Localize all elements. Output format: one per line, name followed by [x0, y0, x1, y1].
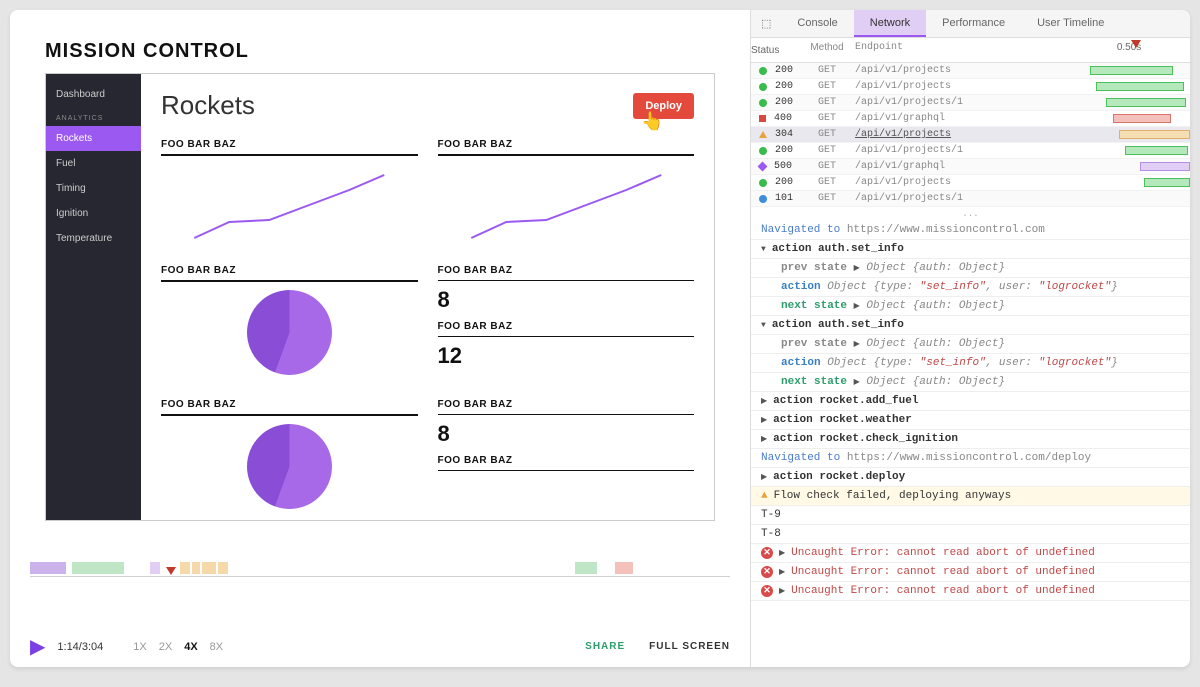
console-area: Navigated to https://www.missioncontrol.…	[751, 221, 1190, 667]
network-row[interactable]: 200GET/api/v1/projects	[751, 79, 1190, 95]
app-preview: Dashboard ANALYTICS Rockets Fuel Timing …	[45, 73, 715, 521]
network-row[interactable]: 200GET/api/v1/projects/1	[751, 143, 1190, 159]
playback-time: 1:14/3:04	[57, 641, 103, 653]
caret-right-icon[interactable]	[761, 414, 767, 426]
caret-right-icon[interactable]	[854, 338, 860, 350]
share-button[interactable]: SHARE	[585, 641, 625, 652]
network-header: Status Method Endpoint 0.50s	[751, 38, 1190, 63]
caret-right-icon[interactable]	[854, 376, 860, 388]
countdown-2: T-8	[751, 525, 1190, 544]
network-rows: 200GET/api/v1/projects200GET/api/v1/proj…	[751, 63, 1190, 207]
panel-nums-2: FOO BAR BAZ 8 FOO BAR BAZ	[438, 399, 695, 520]
fullscreen-button[interactable]: FULL SCREEN	[649, 641, 730, 652]
app-title: MISSION CONTROL	[45, 40, 715, 63]
network-row[interactable]: 200GET/api/v1/projects	[751, 175, 1190, 191]
error-icon: ✕	[761, 566, 773, 578]
panel-chart-2: FOO BAR BAZ	[438, 139, 695, 253]
deploy-button[interactable]: Deploy 👆	[633, 93, 694, 119]
panel-chart-1: FOO BAR BAZ	[161, 139, 418, 253]
inspect-icon[interactable]: ⬚	[751, 10, 781, 37]
ellipsis: ...	[751, 207, 1190, 221]
tab-performance[interactable]: Performance	[926, 10, 1021, 37]
caret-right-icon[interactable]	[779, 585, 785, 597]
caret-right-icon[interactable]	[854, 262, 860, 274]
caret-right-icon[interactable]	[761, 471, 767, 483]
app-sidebar: Dashboard ANALYTICS Rockets Fuel Timing …	[46, 74, 141, 520]
network-row[interactable]: 500GET/api/v1/graphql	[751, 159, 1190, 175]
caret-down-icon[interactable]	[761, 319, 766, 331]
speed-2x[interactable]: 2X	[159, 641, 172, 653]
sidebar-item-fuel[interactable]: Fuel	[46, 151, 141, 176]
panel-pie-1: FOO BAR BAZ	[161, 265, 418, 387]
tab-network[interactable]: Network	[854, 10, 926, 37]
caret-right-icon[interactable]	[761, 433, 767, 445]
network-row[interactable]: 200GET/api/v1/projects	[751, 63, 1190, 79]
countdown-1: T-9	[751, 506, 1190, 525]
error-icon: ✕	[761, 547, 773, 559]
error-icon: ✕	[761, 585, 773, 597]
panel-pie-2: FOO BAR BAZ	[161, 399, 418, 520]
tab-console[interactable]: Console	[781, 10, 853, 37]
timeline[interactable]	[10, 556, 750, 626]
sidebar-item-temperature[interactable]: Temperature	[46, 226, 141, 251]
play-button[interactable]: ▶	[30, 634, 45, 659]
sidebar-item-timing[interactable]: Timing	[46, 176, 141, 201]
cursor-icon: 👆	[641, 111, 663, 132]
time-marker-icon[interactable]	[1131, 40, 1141, 48]
tab-user-timeline[interactable]: User Timeline	[1021, 10, 1120, 37]
sidebar-item-rockets[interactable]: Rockets	[46, 126, 141, 151]
network-row[interactable]: 101GET/api/v1/projects/1	[751, 191, 1190, 207]
network-row[interactable]: 200GET/api/v1/projects/1	[751, 95, 1190, 111]
speed-8x[interactable]: 8X	[210, 641, 223, 653]
caret-down-icon[interactable]	[761, 243, 766, 255]
speed-1x[interactable]: 1X	[133, 641, 146, 653]
sidebar-item-dashboard[interactable]: Dashboard	[46, 82, 141, 107]
network-row[interactable]: 304GET/api/v1/projects	[751, 127, 1190, 143]
caret-right-icon[interactable]	[779, 547, 785, 559]
timeline-marker-icon[interactable]	[166, 567, 176, 575]
panel-nums: FOO BAR BAZ 8 FOO BAR BAZ 12	[438, 265, 695, 387]
caret-right-icon[interactable]	[779, 566, 785, 578]
caret-right-icon[interactable]	[761, 395, 767, 407]
speed-4x[interactable]: 4X	[184, 641, 197, 653]
sidebar-section-analytics: ANALYTICS	[46, 107, 141, 126]
warning-icon: ▲	[761, 490, 768, 502]
page-heading: Rockets	[161, 90, 255, 121]
caret-right-icon[interactable]	[854, 300, 860, 312]
sidebar-item-ignition[interactable]: Ignition	[46, 201, 141, 226]
network-row[interactable]: 400GET/api/v1/graphql	[751, 111, 1190, 127]
